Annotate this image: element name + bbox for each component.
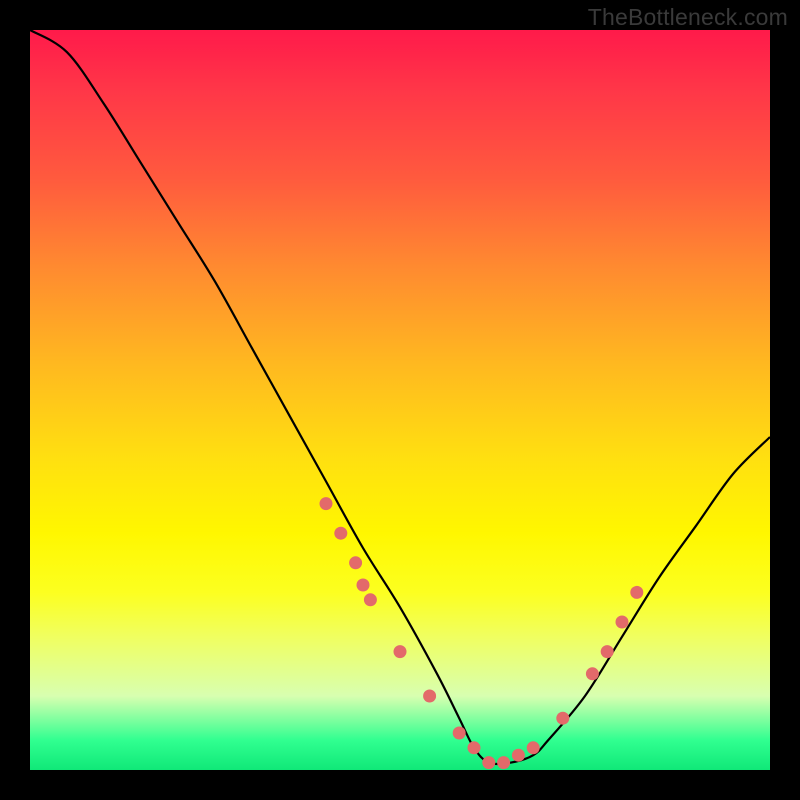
- watermark-text: TheBottleneck.com: [588, 4, 788, 31]
- data-point: [334, 527, 347, 540]
- data-point: [512, 749, 525, 762]
- data-point: [586, 667, 599, 680]
- data-point: [497, 756, 510, 769]
- data-point: [601, 645, 614, 658]
- data-point: [349, 556, 362, 569]
- data-point: [364, 593, 377, 606]
- data-point: [320, 497, 333, 510]
- data-point: [453, 727, 466, 740]
- data-point: [556, 712, 569, 725]
- bottleneck-curve: [30, 30, 770, 770]
- data-point: [482, 756, 495, 769]
- data-point: [394, 645, 407, 658]
- data-point: [616, 616, 629, 629]
- data-point: [527, 741, 540, 754]
- data-point: [423, 690, 436, 703]
- data-point: [630, 586, 643, 599]
- data-point: [357, 579, 370, 592]
- curve-dots: [320, 497, 644, 769]
- data-point: [468, 741, 481, 754]
- plot-area: [30, 30, 770, 770]
- chart-container: TheBottleneck.com: [0, 0, 800, 800]
